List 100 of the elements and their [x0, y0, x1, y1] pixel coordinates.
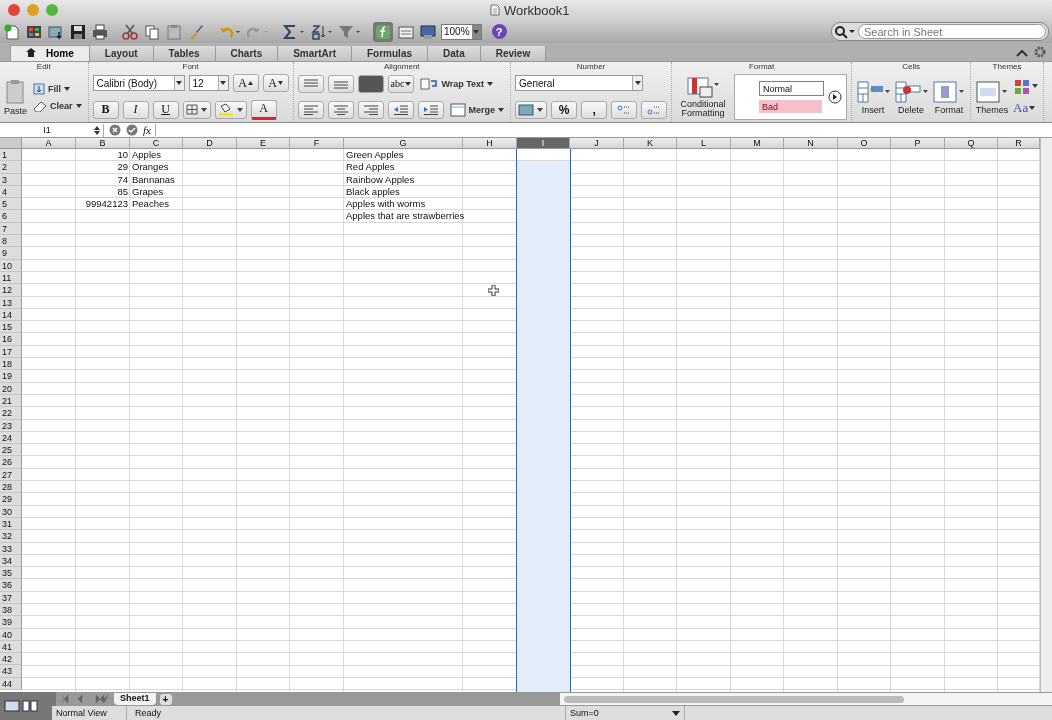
- bold-button[interactable]: B: [92, 100, 119, 119]
- name-box[interactable]: I1: [0, 123, 104, 137]
- column-header[interactable]: P: [891, 138, 945, 149]
- normal-view-icon[interactable]: [4, 700, 20, 712]
- align-top-button[interactable]: [297, 74, 324, 93]
- paste-button[interactable]: Paste: [4, 78, 27, 116]
- row-header[interactable]: 29: [0, 493, 22, 506]
- comma-button[interactable]: ,: [581, 100, 608, 119]
- row-header[interactable]: 2: [0, 161, 22, 174]
- vertical-scrollbar[interactable]: [1040, 138, 1052, 692]
- column-header[interactable]: N: [784, 138, 838, 149]
- fill-color-button[interactable]: [214, 100, 247, 119]
- column-header[interactable]: R: [998, 138, 1040, 149]
- ribbon-tab[interactable]: SmartArt: [278, 46, 352, 61]
- column-header[interactable]: Q: [945, 138, 998, 149]
- align-middle-button[interactable]: [327, 74, 354, 93]
- sum-dropdown[interactable]: Sum=0: [566, 706, 685, 720]
- ribbon-tab[interactable]: Review: [480, 46, 547, 61]
- conditional-formatting-button[interactable]: Conditional Formatting: [676, 76, 731, 118]
- sum-icon[interactable]: [281, 22, 305, 41]
- column-header[interactable]: O: [838, 138, 891, 149]
- fill-button[interactable]: Fill: [31, 81, 84, 96]
- font-color-button[interactable]: A: [250, 99, 277, 120]
- sort-icon[interactable]: [309, 22, 333, 41]
- row-header[interactable]: 1: [0, 149, 22, 162]
- new-document-icon[interactable]: [3, 22, 21, 41]
- column-header[interactable]: B: [76, 138, 130, 149]
- column-header[interactable]: A: [22, 138, 76, 149]
- row-header[interactable]: 5: [0, 198, 22, 211]
- cell-style[interactable]: Normal: [759, 81, 825, 96]
- row-header[interactable]: 15: [0, 321, 22, 334]
- column-header[interactable]: D: [183, 138, 237, 149]
- copy-icon[interactable]: [143, 22, 161, 41]
- theme-colors-icon[interactable]: [1013, 78, 1040, 97]
- merge-button[interactable]: Merge: [447, 102, 507, 119]
- increase-decimal-button[interactable]: [611, 100, 638, 119]
- row-header[interactable]: 42: [0, 653, 22, 666]
- column-header[interactable]: K: [624, 138, 677, 149]
- active-cell[interactable]: [517, 149, 570, 162]
- align-bottom-button[interactable]: [357, 74, 384, 93]
- help-button[interactable]: ?: [491, 24, 507, 39]
- scissors-icon[interactable]: [121, 22, 139, 41]
- row-header[interactable]: 6: [0, 210, 22, 223]
- ribbon-tab[interactable]: Tables: [153, 46, 216, 61]
- delete-button[interactable]: Delete: [894, 79, 929, 115]
- column-header[interactable]: L: [677, 138, 731, 149]
- gear-icon[interactable]: [1034, 46, 1046, 58]
- currency-button[interactable]: [515, 100, 548, 119]
- column-header[interactable]: C: [130, 138, 183, 149]
- column-header[interactable]: E: [237, 138, 290, 149]
- percent-button[interactable]: %: [551, 100, 578, 119]
- row-header[interactable]: 22: [0, 407, 22, 420]
- row-header[interactable]: 32: [0, 530, 22, 543]
- ribbon-tab[interactable]: Formulas: [352, 46, 428, 61]
- sheet-navigation-icon[interactable]: [62, 695, 110, 703]
- close-button[interactable]: [8, 4, 20, 16]
- formula-builder-button[interactable]: [373, 21, 393, 42]
- row-header[interactable]: 9: [0, 247, 22, 260]
- row-header[interactable]: 28: [0, 481, 22, 494]
- row-header[interactable]: 25: [0, 444, 22, 457]
- align-left-button[interactable]: [297, 101, 324, 120]
- column-header[interactable]: M: [731, 138, 784, 149]
- column-header[interactable]: I: [517, 138, 570, 149]
- row-header[interactable]: 8: [0, 235, 22, 248]
- row-header[interactable]: 39: [0, 616, 22, 629]
- ribbon-tab[interactable]: Home: [10, 45, 90, 61]
- add-sheet-button[interactable]: +: [159, 693, 172, 705]
- insert-button[interactable]: Insert: [856, 79, 891, 115]
- save-icon[interactable]: [69, 22, 87, 41]
- borders-button[interactable]: [182, 100, 211, 119]
- italic-button[interactable]: I: [122, 100, 149, 119]
- wrap-text-button[interactable]: Wrap Text: [418, 76, 496, 91]
- ribbon-tab[interactable]: Layout: [89, 46, 154, 61]
- ribbon-tab[interactable]: Charts: [215, 46, 279, 61]
- decrease-indent-button[interactable]: [387, 101, 414, 120]
- grow-font-button[interactable]: A: [232, 74, 259, 93]
- clipboard-icon[interactable]: [165, 22, 183, 41]
- format-button[interactable]: Format: [932, 79, 967, 115]
- orientation-button[interactable]: abc: [387, 74, 415, 93]
- shrink-font-button[interactable]: A: [262, 74, 289, 93]
- row-header[interactable]: 18: [0, 358, 22, 371]
- row-header[interactable]: 43: [0, 665, 22, 678]
- media-icon[interactable]: [419, 22, 437, 41]
- underline-button[interactable]: U: [152, 100, 179, 119]
- row-header[interactable]: 36: [0, 579, 22, 592]
- number-format-dropdown[interactable]: General: [515, 75, 644, 92]
- page-layout-icon[interactable]: [22, 700, 38, 712]
- sheet-tab[interactable]: Sheet1: [114, 693, 156, 705]
- font-family-dropdown[interactable]: Calibri (Body): [92, 75, 185, 92]
- print-icon[interactable]: [91, 22, 109, 41]
- increase-indent-button[interactable]: [417, 101, 444, 120]
- zoom-field[interactable]: 100%: [441, 23, 482, 40]
- horizontal-scrollbar[interactable]: [559, 693, 1052, 705]
- cancel-icon[interactable]: [109, 124, 121, 136]
- themes-button[interactable]: Themes: [975, 79, 1010, 115]
- cell-style[interactable]: Bad: [759, 100, 823, 113]
- font-size-dropdown[interactable]: 12: [188, 75, 229, 92]
- insert-function-button[interactable]: fx: [143, 124, 156, 136]
- decrease-decimal-button[interactable]: [641, 100, 668, 119]
- check-icon[interactable]: [126, 124, 138, 136]
